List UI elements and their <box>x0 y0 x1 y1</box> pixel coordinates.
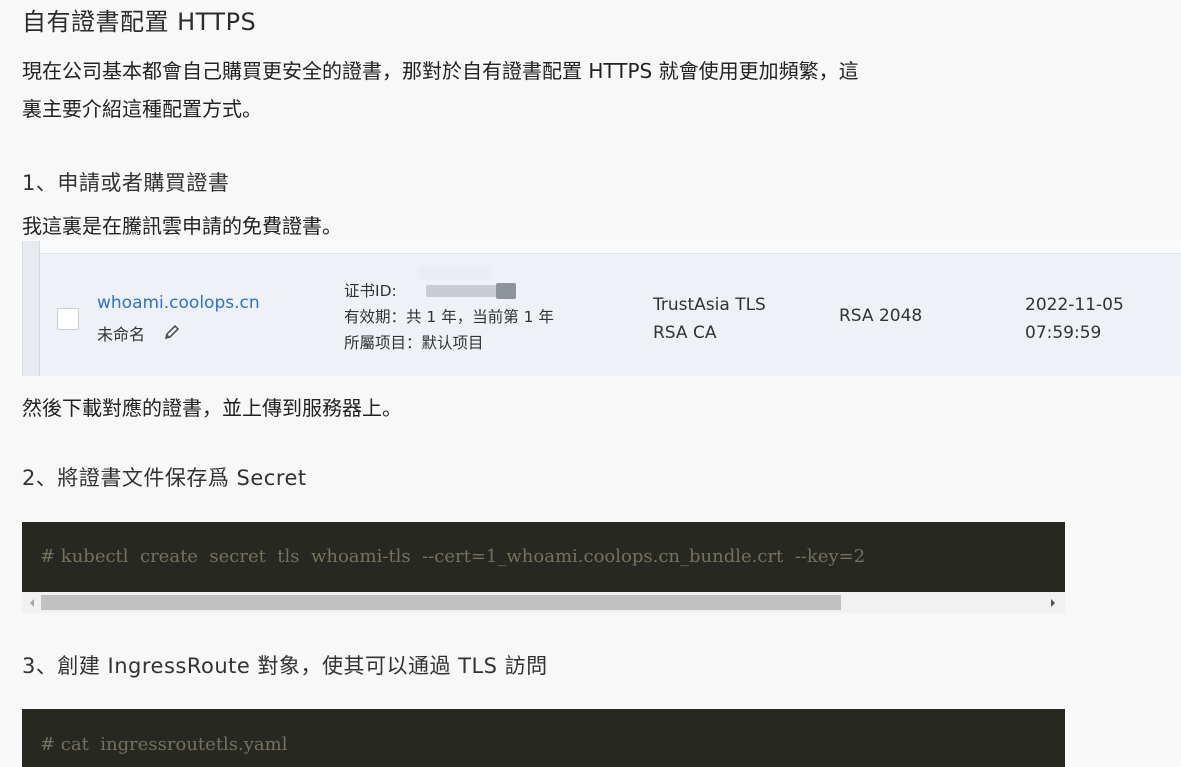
scrollbar-thumb[interactable] <box>41 595 841 610</box>
cert-issuer: TrustAsia TLS RSA CA <box>653 291 766 347</box>
blurred-cert-id-end <box>496 283 516 299</box>
step3-heading: 3、創建 IngressRoute 對象，使其可以通過 TLS 訪問 <box>22 654 548 678</box>
cert-sidebar <box>23 241 40 376</box>
cert-table-header <box>23 241 1181 254</box>
cert-algorithm: RSA 2048 <box>839 306 923 326</box>
cert-row-checkbox[interactable] <box>57 308 79 330</box>
step1-after-text: 然後下載對應的證書，並上傳到服務器上。 <box>22 396 402 420</box>
blurred-cert-id <box>419 266 489 280</box>
cert-issuer-line1: TrustAsia TLS <box>653 295 766 315</box>
step1-heading: 1、申請或者購買證書 <box>22 171 230 195</box>
code-block-secret: # kubectl create secret tls whoami-tls -… <box>22 522 1065 592</box>
scroll-left-arrow-icon[interactable] <box>30 599 34 607</box>
cert-validity: 有效期：共 1 年，当前第 1 年 <box>344 308 554 326</box>
cert-expiry: 2022-11-05 07:59:59 <box>1025 291 1124 347</box>
cert-expiry-time: 07:59:59 <box>1025 323 1102 343</box>
code-line: # cat ingressroutetls.yaml <box>40 734 288 755</box>
intro-paragraph-line1: 現在公司基本都會自己購買更安全的證書，那對於自有證書配置 HTTPS 就會使用更… <box>22 59 859 83</box>
code-block-ingressroute: # cat ingressroutetls.yaml <box>22 709 1065 767</box>
cert-expiry-date: 2022-11-05 <box>1025 295 1124 315</box>
cert-issuer-line2: RSA CA <box>653 323 717 343</box>
cert-name-label: 未命名 <box>97 325 146 344</box>
pencil-icon[interactable] <box>163 323 181 341</box>
step1-text: 我這裏是在騰訊雲申請的免費證書。 <box>22 214 342 238</box>
code-line: # kubectl create secret tls whoami-tls -… <box>40 546 866 567</box>
scroll-right-arrow-icon[interactable] <box>1051 599 1055 607</box>
step2-heading: 2、將證書文件保存爲 Secret <box>22 466 307 490</box>
code-horizontal-scrollbar[interactable] <box>22 592 1065 613</box>
intro-paragraph-line2: 裏主要介紹這種配置方式。 <box>22 97 262 121</box>
section-title: 自有證書配置 HTTPS <box>22 8 257 36</box>
cert-project: 所屬项目：默认项目 <box>344 334 484 352</box>
certificate-screenshot: whoami.coolops.cn 未命名 证书ID: 有效期：共 1 年，当前… <box>22 241 1181 376</box>
cert-domain-link[interactable]: whoami.coolops.cn <box>97 293 260 313</box>
